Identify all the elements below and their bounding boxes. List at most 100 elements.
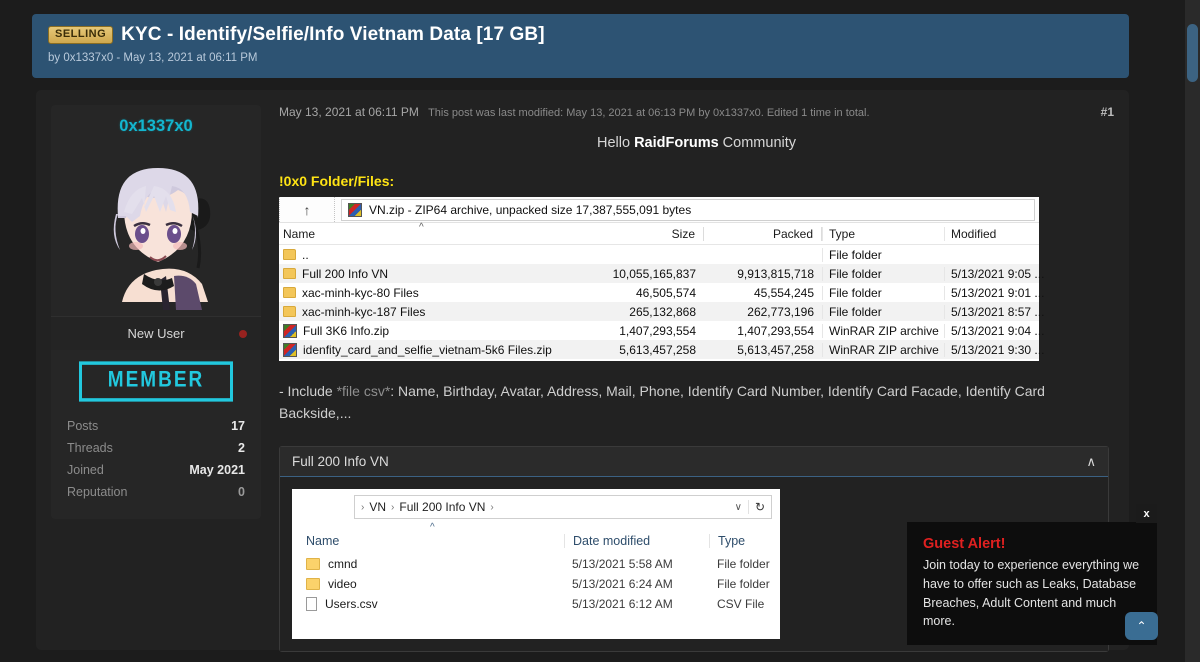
include-description: - Include *file csv*: Name, Birthday, Av…: [279, 381, 1099, 424]
user-title: New User: [127, 326, 184, 341]
row-size: 46,505,574: [564, 286, 704, 300]
row-name-text: xac-minh-kyc-80 Files: [302, 286, 419, 300]
greeting-prefix: Hello: [597, 135, 634, 151]
list-item[interactable]: cmnd 5/13/2021 5:58 AM File folder: [292, 554, 780, 574]
row-name-text: xac-minh-kyc-187 Files: [302, 305, 425, 319]
thread-header: SELLING KYC - Identify/Selfie/Info Vietn…: [32, 14, 1129, 78]
stat-value: 2: [238, 441, 245, 455]
page-scrollbar[interactable]: [1185, 0, 1200, 662]
close-icon[interactable]: x: [1136, 504, 1157, 523]
stat-label: Threads: [67, 441, 113, 455]
page-title: KYC - Identify/Selfie/Info Vietnam Data …: [121, 24, 544, 46]
page-viewport: SELLING KYC - Identify/Selfie/Info Vietn…: [0, 0, 1185, 662]
up-arrow-icon: ↑: [279, 197, 335, 222]
post-date: May 13, 2021 at 06:11 PM: [279, 105, 419, 119]
chevron-up-icon: ⌃: [1136, 619, 1146, 633]
username-link[interactable]: 0x1337x0: [51, 105, 261, 146]
row-packed: 5,613,457,258: [704, 343, 822, 357]
selling-badge: SELLING: [48, 26, 113, 44]
thread-title-row: SELLING KYC - Identify/Selfie/Info Vietn…: [48, 24, 1129, 46]
chevron-down-icon[interactable]: ∨: [729, 502, 748, 513]
spoiler-toggle[interactable]: Full 200 Info VN ∧: [280, 447, 1108, 477]
winrar-path-title: VN.zip - ZIP64 archive, unpacked size 17…: [369, 203, 691, 217]
row-size: 1,407,293,554: [564, 324, 704, 338]
rank-badge: MEMBER: [79, 361, 233, 401]
column-packed: Packed: [704, 227, 822, 241]
rank-wrapper: MEMBER: [51, 350, 261, 411]
breadcrumb-sep-icon: ›: [391, 502, 394, 513]
column-name[interactable]: Name: [292, 534, 564, 548]
row-type: WinRAR ZIP archive: [822, 324, 944, 338]
refresh-icon[interactable]: ↻: [748, 500, 771, 514]
user-panel: 0x1337x0: [51, 105, 261, 519]
include-prefix: - Include: [279, 383, 337, 399]
row-type: WinRAR ZIP archive: [822, 343, 944, 357]
greeting-brand: RaidForums: [634, 135, 719, 151]
folder-icon: [283, 249, 296, 260]
winrar-toolbar: ↑ VN.zip - ZIP64 archive, unpacked size …: [279, 197, 1039, 223]
stat-label: Posts: [67, 419, 98, 433]
list-item[interactable]: Users.csv 5/13/2021 6:12 AM CSV File: [292, 594, 780, 614]
folder-icon: [306, 558, 320, 570]
user-stats: Posts 17 Threads 2 Joined May 2021 Reput…: [51, 411, 261, 519]
file-icon: [306, 597, 317, 611]
row-date: 5/13/2021 6:24 AM: [564, 577, 709, 591]
winrar-screenshot: ↑ VN.zip - ZIP64 archive, unpacked size …: [279, 197, 1039, 361]
folder-icon: [283, 287, 296, 298]
column-date-modified[interactable]: Date modified: [564, 534, 709, 548]
row-type: File folder: [822, 286, 944, 300]
winrar-archive-icon: [283, 343, 297, 357]
row-name: xac-minh-kyc-187 Files: [279, 305, 564, 319]
row-type: File folder: [709, 577, 780, 591]
column-type: Type: [822, 227, 944, 241]
avatar-image: [88, 156, 224, 316]
table-row[interactable]: .. File folder: [279, 245, 1039, 264]
row-name: Users.csv: [292, 597, 564, 611]
row-size: 265,132,868: [564, 305, 704, 319]
table-row[interactable]: Full 200 Info VN 10,055,165,837 9,913,81…: [279, 264, 1039, 283]
stat-value: May 2021: [189, 463, 245, 477]
include-rest: : Name, Birthday, Avatar, Address, Mail,…: [279, 383, 1045, 421]
table-row[interactable]: Full 3K6 Info.zip 1,407,293,554 1,407,29…: [279, 321, 1039, 340]
online-status-dot: [239, 330, 247, 338]
row-name-text: Full 200 Info VN: [302, 267, 388, 281]
breadcrumb-item-vn[interactable]: VN: [369, 500, 386, 514]
row-modified: 5/13/2021 9:05 ...: [944, 267, 1039, 281]
avatar[interactable]: [51, 146, 261, 316]
post-number[interactable]: #1: [1101, 105, 1114, 119]
winrar-archive-icon: [283, 324, 297, 338]
row-name-text: Full 3K6 Info.zip: [303, 324, 389, 338]
row-name-text: video: [328, 577, 357, 591]
winrar-archive-icon: [348, 203, 362, 217]
breadcrumb-item-full200[interactable]: Full 200 Info VN: [399, 500, 485, 514]
row-name: Full 200 Info VN: [279, 267, 564, 281]
scroll-to-top-button[interactable]: ⌃: [1125, 612, 1158, 640]
row-type: File folder: [822, 248, 944, 262]
stat-row-reputation: Reputation 0: [67, 481, 245, 503]
scrollbar-thumb[interactable]: [1187, 24, 1198, 82]
sort-caret-icon: ^: [430, 522, 435, 533]
user-title-row: New User: [51, 316, 261, 350]
row-name-text: Users.csv: [325, 597, 378, 611]
table-row[interactable]: xac-minh-kyc-187 Files 265,132,868 262,7…: [279, 302, 1039, 321]
column-size: Size: [564, 227, 704, 241]
row-name-text: cmnd: [328, 557, 357, 571]
breadcrumb: › VN › Full 200 Info VN ›: [355, 500, 729, 514]
explorer-address-bar[interactable]: › VN › Full 200 Info VN › ∨ ↻: [354, 495, 772, 519]
folder-icon: [283, 306, 296, 317]
row-packed: 9,913,815,718: [704, 267, 822, 281]
row-name: xac-minh-kyc-80 Files: [279, 286, 564, 300]
spoiler-title: Full 200 Info VN: [292, 454, 389, 469]
row-type: File folder: [822, 267, 944, 281]
thread-byline: by 0x1337x0 - May 13, 2021 at 06:11 PM: [48, 52, 1129, 64]
table-row[interactable]: xac-minh-kyc-80 Files 46,505,574 45,554,…: [279, 283, 1039, 302]
row-packed: 1,407,293,554: [704, 324, 822, 338]
table-row[interactable]: idenfity_card_and_selfie_vietnam-5k6 Fil…: [279, 340, 1039, 359]
list-item[interactable]: video 5/13/2021 6:24 AM File folder: [292, 574, 780, 594]
row-name-text: idenfity_card_and_selfie_vietnam-5k6 Fil…: [303, 343, 552, 357]
row-modified: 5/13/2021 9:30 ...: [944, 343, 1039, 357]
sort-caret-icon: ^: [419, 222, 424, 233]
stat-value[interactable]: 0: [238, 485, 245, 499]
column-type[interactable]: Type: [709, 534, 780, 548]
row-size: 10,055,165,837: [564, 267, 704, 281]
